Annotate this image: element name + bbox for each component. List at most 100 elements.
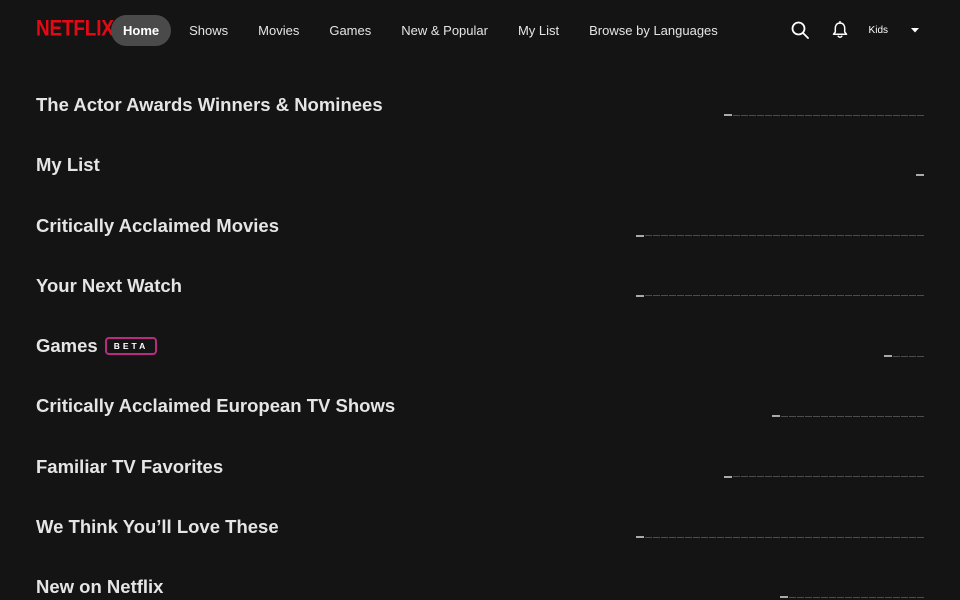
page-indicator	[917, 235, 924, 237]
page-indicator	[893, 476, 900, 478]
nav-item-movies[interactable]: Movies	[246, 15, 311, 46]
row-title-text: Familiar TV Favorites	[36, 455, 224, 477]
page-indicator	[757, 476, 764, 478]
page-indicator	[789, 295, 796, 297]
nav-item-browse-by-languages[interactable]: Browse by Languages	[577, 15, 730, 46]
row-title[interactable]: Critically Acclaimed European TV Shows	[36, 395, 395, 417]
page-indicator	[717, 235, 724, 237]
content-row: Familiar TV Favorites	[0, 446, 960, 506]
page-indicator-active	[636, 536, 644, 539]
page-indicator	[829, 415, 836, 417]
page-indicator	[853, 235, 860, 237]
page-indicator	[853, 415, 860, 417]
caret-down-icon[interactable]	[910, 25, 920, 35]
page-indicator	[781, 536, 788, 538]
page-indicator	[805, 596, 812, 598]
page-indicator	[901, 476, 908, 478]
page-indicator	[909, 415, 916, 417]
primary-nav: Home Shows Movies Games New & Popular My List…	[111, 15, 736, 46]
page-indicator	[805, 476, 812, 478]
page-indicator	[861, 114, 868, 116]
page-indicator	[765, 235, 772, 237]
page-indicator-active	[916, 174, 924, 177]
page-indicator	[813, 476, 820, 478]
kids-profile-link[interactable]: Kids	[869, 25, 888, 36]
page-indicator	[677, 295, 684, 297]
page-indicator	[693, 536, 700, 538]
page-indicator	[709, 536, 716, 538]
row-title[interactable]: The Actor Awards Winners & Nominees	[36, 94, 383, 116]
row-title[interactable]: Critically Acclaimed Movies	[36, 215, 279, 237]
row-title[interactable]: Familiar TV Favorites	[36, 456, 223, 478]
page-indicator	[901, 295, 908, 297]
page-indicator	[813, 536, 820, 538]
page-indicator	[885, 536, 892, 538]
row-title[interactable]: My List	[36, 154, 100, 176]
page-indicator	[741, 235, 748, 237]
page-indicator	[797, 596, 804, 598]
page-indicator	[893, 295, 900, 297]
page-indicator	[677, 235, 684, 237]
page-indicator	[821, 235, 828, 237]
page-indicator	[821, 596, 828, 598]
page-indicator	[805, 536, 812, 538]
page-indicator	[877, 235, 884, 237]
row-title[interactable]: New on Netflix	[36, 576, 163, 598]
nav-item-games[interactable]: Games	[317, 15, 383, 46]
page-indicator	[797, 536, 804, 538]
page-indicator	[893, 114, 900, 116]
content-row: We Think You’ll Love These	[0, 506, 960, 566]
page-indicator	[765, 476, 772, 478]
row-page-indicator	[771, 415, 924, 418]
row-title-text: Critically Acclaimed Movies	[36, 214, 280, 236]
nav-item-new-and-popular[interactable]: New & Popular	[389, 15, 500, 46]
page-indicator	[661, 235, 668, 237]
page-indicator	[797, 235, 804, 237]
page-indicator	[757, 295, 764, 297]
row-page-indicator	[779, 596, 924, 599]
netflix-logo[interactable]: NETFLIX	[36, 17, 114, 41]
row-title[interactable]: Games BETA	[36, 335, 158, 357]
page-indicator	[829, 114, 836, 116]
page-indicator	[869, 476, 876, 478]
row-title-text: Your Next Watch	[36, 274, 182, 296]
page-indicator	[853, 596, 860, 598]
page-indicator	[901, 415, 908, 417]
page-indicator	[829, 596, 836, 598]
page-indicator	[709, 295, 716, 297]
row-title-text: My List	[36, 154, 100, 176]
page-indicator	[797, 114, 804, 116]
page-indicator	[845, 114, 852, 116]
content-row: Games BETA	[0, 325, 960, 385]
page-indicator	[677, 536, 684, 538]
nav-item-shows[interactable]: Shows	[177, 15, 240, 46]
page-indicator	[669, 536, 676, 538]
page-indicator	[781, 295, 788, 297]
bell-icon[interactable]	[829, 19, 851, 41]
nav-item-my-list[interactable]: My List	[506, 15, 571, 46]
page-indicator	[877, 295, 884, 297]
row-title[interactable]: We Think You’ll Love These	[36, 516, 279, 538]
page-indicator	[869, 295, 876, 297]
page-indicator	[845, 536, 852, 538]
page-indicator	[733, 295, 740, 297]
page-indicator	[701, 235, 708, 237]
page-indicator	[733, 114, 740, 116]
page-indicator	[821, 415, 828, 417]
search-icon[interactable]	[789, 19, 811, 41]
page-indicator	[797, 295, 804, 297]
page-indicator	[749, 235, 756, 237]
page-indicator	[917, 114, 924, 116]
page-indicator-active	[724, 114, 732, 116]
page-indicator	[661, 536, 668, 538]
page-indicator	[845, 235, 852, 237]
nav-item-home[interactable]: Home	[111, 15, 172, 46]
row-title[interactable]: Your Next Watch	[36, 275, 182, 297]
page-indicator	[837, 235, 844, 237]
page-indicator	[805, 114, 812, 116]
page-indicator	[781, 415, 788, 417]
page-indicator	[773, 114, 780, 116]
page-indicator	[821, 536, 828, 538]
page-indicator	[861, 235, 868, 237]
page-indicator	[861, 596, 868, 598]
